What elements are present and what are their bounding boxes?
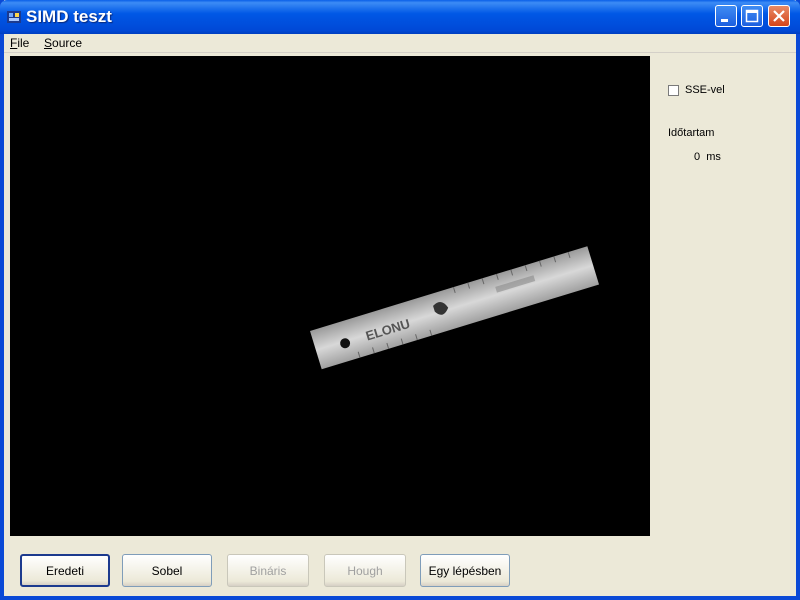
- menu-source-rest: ource: [52, 36, 83, 50]
- menu-source-accel: S: [44, 36, 53, 50]
- window-title: SIMD teszt: [26, 7, 112, 26]
- ruler-image: ELONU: [310, 246, 600, 370]
- minimize-button[interactable]: [715, 5, 737, 27]
- duration-value: 0: [694, 151, 701, 163]
- binary-button[interactable]: Bináris: [227, 554, 309, 587]
- sse-label: SSE-vel: [685, 84, 725, 96]
- duration-value-line: 0 ms: [694, 151, 721, 163]
- menu-bar: File Source: [4, 34, 796, 53]
- title-bar[interactable]: SIMD teszt: [0, 0, 800, 34]
- original-button[interactable]: Eredeti: [20, 554, 110, 587]
- one-step-button[interactable]: Egy lépésben: [420, 554, 510, 587]
- minimize-icon: [721, 19, 728, 22]
- sse-option[interactable]: SSE-vel: [668, 84, 725, 96]
- maximize-icon: [745, 9, 759, 23]
- sse-checkbox[interactable]: [668, 84, 679, 96]
- duration-unit: ms: [706, 151, 721, 163]
- menu-source[interactable]: Source: [44, 36, 82, 50]
- hough-button[interactable]: Hough: [324, 554, 406, 587]
- app-icon: [7, 11, 21, 23]
- sobel-button[interactable]: Sobel: [122, 554, 212, 587]
- close-icon: [773, 10, 785, 22]
- main-window: SIMD teszt File Source ELONU SSE-vel Idő…: [0, 0, 800, 600]
- menu-file[interactable]: File: [10, 36, 29, 50]
- menu-file-rest: ile: [17, 36, 30, 50]
- maximize-button[interactable]: [741, 5, 763, 27]
- duration-label: Időtartam: [668, 127, 715, 139]
- close-button[interactable]: [768, 5, 790, 27]
- image-display: ELONU: [10, 56, 650, 536]
